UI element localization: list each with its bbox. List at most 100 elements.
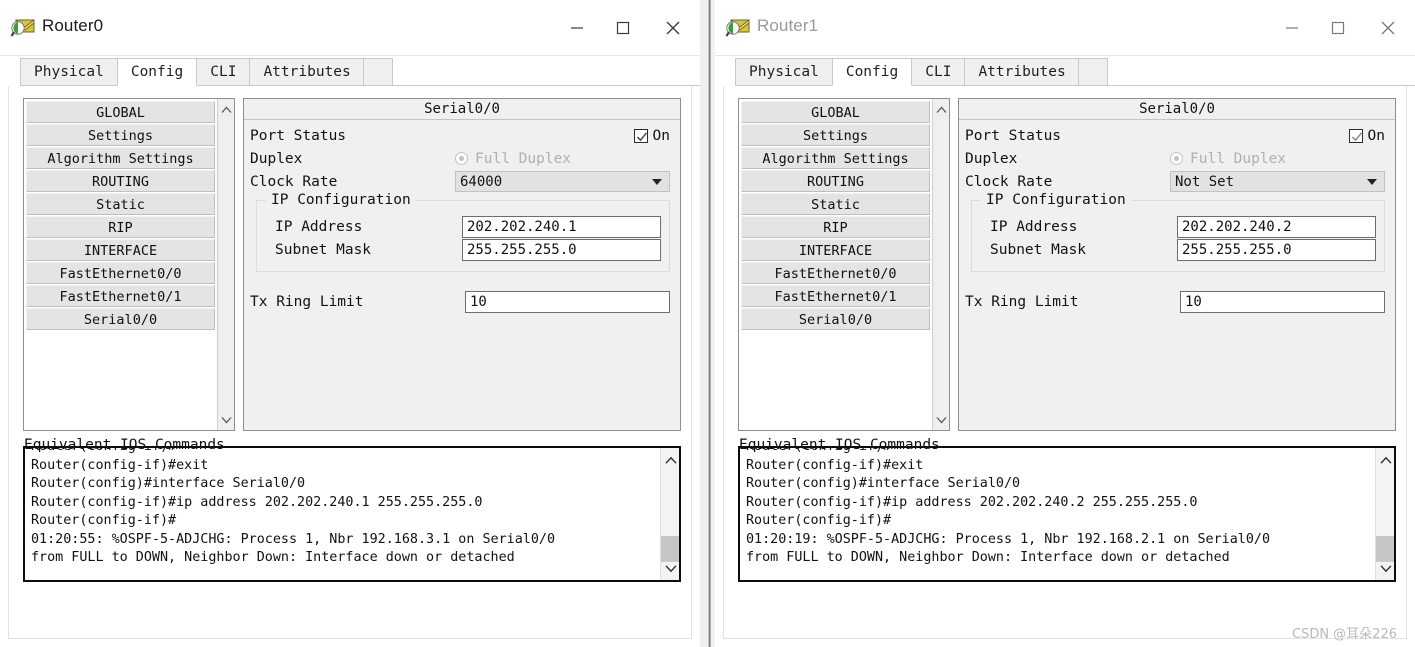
sidebar-item-routing[interactable]: ROUTING [741, 170, 930, 192]
window-title: Router0 [42, 16, 104, 35]
sidebar-item-fastethernet0-0[interactable]: FastEthernet0/0 [741, 262, 930, 284]
port-status-label: Port Status [250, 127, 347, 144]
ios-commands-text: Router(config-if)# Router(config-if)#exi… [746, 446, 1271, 565]
titlebar-router0[interactable]: Router0 [0, 0, 700, 56]
tx-ring-limit-row: Tx Ring Limit 10 [250, 290, 670, 313]
window-title: Router1 [757, 16, 819, 35]
sidebar-item-static[interactable]: Static [26, 193, 215, 215]
close-button[interactable] [646, 0, 700, 56]
tabstrip-filler [362, 58, 393, 85]
chevron-up-icon[interactable] [661, 451, 679, 469]
window-divider [708, 0, 711, 647]
sidebar-scrollbar[interactable] [932, 99, 949, 430]
full-duplex-radio[interactable] [455, 152, 468, 165]
tx-ring-limit-input[interactable]: 10 [465, 290, 670, 313]
interface-config-panel: Serial0/0 Port Status On Duplex Full Dup… [958, 98, 1396, 431]
ip-address-input[interactable]: 202.202.240.1 [462, 215, 661, 238]
ios-commands-scrollbar[interactable] [1375, 448, 1394, 580]
tabstrip-filler [1077, 58, 1108, 85]
sidebar-item-rip[interactable]: RIP [26, 216, 215, 238]
ip-address-label: IP Address [990, 218, 1078, 235]
sidebar-item-routing[interactable]: ROUTING [26, 170, 215, 192]
clock-rate-dropdown[interactable]: Not Set [1170, 171, 1385, 192]
tab-physical[interactable]: Physical [20, 58, 118, 85]
window-body-router1: GLOBAL Settings Algorithm Settings ROUTI… [715, 86, 1415, 647]
chevron-down-icon[interactable] [1376, 559, 1394, 577]
chevron-down-icon [1367, 178, 1377, 185]
clock-rate-row: Clock Rate 64000 [250, 170, 670, 193]
full-duplex-label: Full Duplex [1190, 150, 1287, 167]
sidebar-item-fastethernet0-0[interactable]: FastEthernet0/0 [26, 262, 215, 284]
sidebar-scrollbar[interactable] [217, 99, 234, 430]
tab-attributes[interactable]: Attributes [249, 58, 365, 85]
config-sidebar-list: GLOBAL Settings Algorithm Settings ROUTI… [739, 99, 932, 430]
duplex-label: Duplex [250, 150, 303, 167]
chevron-up-icon[interactable] [933, 101, 950, 118]
tx-ring-limit-input[interactable]: 10 [1180, 290, 1385, 313]
tx-ring-limit-row: Tx Ring Limit 10 [965, 290, 1385, 313]
tab-cli[interactable]: CLI [196, 58, 251, 85]
ip-address-input[interactable]: 202.202.240.2 [1177, 215, 1376, 238]
chevron-down-icon [652, 178, 662, 185]
port-status-value: On [652, 127, 670, 144]
window-router1[interactable]: Router1 Physical Config CLI Attributes G… [715, 0, 1415, 647]
sidebar-item-global[interactable]: GLOBAL [741, 101, 930, 123]
sidebar-item-fastethernet0-1[interactable]: FastEthernet0/1 [741, 285, 930, 307]
ios-commands-scrollbar[interactable] [660, 448, 679, 580]
minimize-button[interactable] [1269, 0, 1315, 56]
subnet-mask-input[interactable]: 255.255.255.0 [1177, 238, 1376, 261]
tx-ring-limit-label: Tx Ring Limit [250, 293, 364, 310]
window-router0[interactable]: Router0 Physical Config CLI Attributes G… [0, 0, 700, 647]
ip-address-row: IP Address 202.202.240.1 [265, 215, 661, 238]
port-status-checkbox[interactable] [633, 128, 648, 143]
port-status-value: On [1367, 127, 1385, 144]
chevron-down-icon[interactable] [218, 411, 235, 428]
ios-commands-label: Equivalent IOS Commands [24, 437, 225, 453]
port-status-checkbox[interactable] [1348, 128, 1363, 143]
ip-configuration-group: IP Configuration IP Address 202.202.240.… [256, 192, 670, 272]
ip-configuration-title: IP Configuration [266, 192, 416, 208]
chevron-up-icon[interactable] [1376, 451, 1394, 469]
minimize-button[interactable] [554, 0, 600, 56]
sidebar-item-interface[interactable]: INTERFACE [26, 239, 215, 261]
sidebar-item-fastethernet0-1[interactable]: FastEthernet0/1 [26, 285, 215, 307]
sidebar-item-settings[interactable]: Settings [741, 124, 930, 146]
subnet-mask-label: Subnet Mask [990, 241, 1087, 258]
duplex-row: Duplex Full Duplex [965, 147, 1385, 170]
ip-address-row: IP Address 202.202.240.2 [980, 215, 1376, 238]
sidebar-item-settings[interactable]: Settings [26, 124, 215, 146]
duplex-label: Duplex [965, 150, 1018, 167]
subnet-mask-input[interactable]: 255.255.255.0 [462, 238, 661, 261]
panel-title: Serial0/0 [959, 99, 1395, 120]
titlebar-router1[interactable]: Router1 [715, 0, 1415, 56]
chevron-up-icon[interactable] [218, 101, 235, 118]
close-button[interactable] [1361, 0, 1415, 56]
sidebar-item-algorithm-settings[interactable]: Algorithm Settings [26, 147, 215, 169]
sidebar-item-interface[interactable]: INTERFACE [741, 239, 930, 261]
sidebar-item-global[interactable]: GLOBAL [26, 101, 215, 123]
window-controls [554, 0, 700, 56]
config-sidebar-list: GLOBAL Settings Algorithm Settings ROUTI… [24, 99, 217, 430]
port-status-row: Port Status On [250, 124, 670, 147]
sidebar-item-serial0-0[interactable]: Serial0/0 [741, 308, 930, 330]
chevron-down-icon[interactable] [933, 411, 950, 428]
maximize-button[interactable] [1315, 0, 1361, 56]
chevron-down-icon[interactable] [661, 559, 679, 577]
sidebar-item-static[interactable]: Static [741, 193, 930, 215]
clock-rate-dropdown[interactable]: 64000 [455, 171, 670, 192]
sidebar-item-rip[interactable]: RIP [741, 216, 930, 238]
tab-attributes[interactable]: Attributes [964, 58, 1080, 85]
maximize-button[interactable] [600, 0, 646, 56]
tab-physical[interactable]: Physical [735, 58, 833, 85]
tab-cli[interactable]: CLI [911, 58, 966, 85]
full-duplex-radio[interactable] [1170, 152, 1183, 165]
clock-rate-value: Not Set [1175, 173, 1235, 190]
window-body-router0: GLOBAL Settings Algorithm Settings ROUTI… [0, 86, 700, 647]
tabstrip-router1: Physical Config CLI Attributes [715, 56, 1415, 86]
tab-config[interactable]: Config [831, 58, 913, 86]
watermark: CSDN @耳朵226 [1291, 627, 1397, 642]
sidebar-item-algorithm-settings[interactable]: Algorithm Settings [741, 147, 930, 169]
subnet-mask-row: Subnet Mask 255.255.255.0 [980, 238, 1376, 261]
sidebar-item-serial0-0[interactable]: Serial0/0 [26, 308, 215, 330]
tab-config[interactable]: Config [116, 58, 198, 86]
